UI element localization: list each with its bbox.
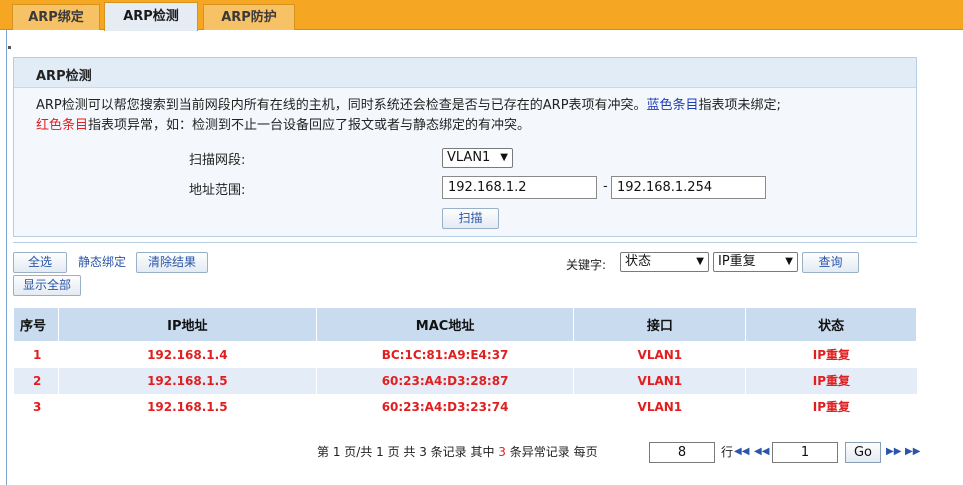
prev-page-icon[interactable]: ◀◀ — [754, 441, 769, 463]
cell-interface: VLAN1 — [573, 341, 746, 368]
cell-interface: VLAN1 — [573, 393, 746, 420]
scan-segment-value: VLAN1 — [447, 150, 491, 165]
static-bind-button[interactable]: 静态绑定 — [78, 253, 126, 272]
cell-seq: 3 — [13, 393, 59, 420]
first-page-icon[interactable]: ◀◀ — [734, 441, 749, 463]
table-row[interactable]: 1 192.168.1.4 BC:1C:81:A9:E4:37 VLAN1 IP… — [13, 341, 917, 368]
last-page-icon[interactable]: ▶▶ — [905, 441, 920, 463]
panel-title: ARP检测 — [36, 69, 92, 84]
page-number-input[interactable]: 1 — [772, 442, 838, 463]
header-ip: IP地址 — [57, 307, 317, 342]
next-page-icon[interactable]: ▶▶ — [886, 441, 901, 463]
desc-text-3: 指表项异常，如：检测到不止一台设备回应了报文或者与静态绑定的有冲突。 — [88, 118, 531, 133]
tab-bar: ARP绑定 ARP检测 ARP防护 — [0, 0, 963, 31]
cell-ip: 192.168.1.4 — [57, 341, 317, 368]
scan-segment-select[interactable]: VLAN1 ▼ — [442, 148, 513, 168]
go-button[interactable]: Go — [845, 442, 881, 463]
header-mac: MAC地址 — [315, 307, 575, 342]
cell-ip: 192.168.1.5 — [57, 393, 317, 420]
cell-mac: BC:1C:81:A9:E4:37 — [315, 341, 574, 368]
keyword-field-value: 状态 — [625, 254, 652, 269]
cell-status: IP重复 — [745, 393, 917, 420]
cell-seq: 1 — [13, 341, 59, 368]
range-end-input[interactable]: 192.168.1.254 — [611, 176, 766, 199]
arp-result-table: 序号 IP地址 MAC地址 接口 状态 1 192.168.1.4 BC:1C:… — [13, 307, 917, 420]
cell-mac: 60:23:A4:D3:23:74 — [315, 393, 574, 420]
header-interface: 接口 — [573, 307, 747, 342]
desc-blue-entry: 蓝色条目 — [646, 98, 699, 113]
tab-arp-binding[interactable]: ARP绑定 — [12, 4, 100, 30]
scan-button[interactable]: 扫描 — [442, 208, 499, 229]
header-seq: 序号 — [13, 307, 59, 342]
cell-status: IP重复 — [745, 341, 917, 368]
desc-red-entry: 红色条目 — [36, 118, 89, 133]
description: ARP检测可以帮您搜索到当前网段内所有在线的主机，同时系统还会检查是否与已存在的… — [36, 96, 916, 136]
pager-summary: 第 1 页/共 1 页 共 3 条记录 其中 3 条异常记录 每页 — [317, 441, 598, 463]
abnormal-count: 3 — [498, 445, 506, 459]
chevron-down-icon: ▼ — [696, 256, 704, 267]
scan-segment-label: 扫描网段: — [189, 153, 246, 168]
chevron-down-icon: ▼ — [500, 152, 508, 163]
cell-mac: 60:23:A4:D3:28:87 — [315, 367, 574, 394]
pager-summary-text: 第 1 页/共 1 页 共 3 条记录 其中 — [317, 445, 495, 459]
keyword-value-text: IP重复 — [718, 254, 756, 269]
frame-marker — [8, 46, 11, 49]
query-button[interactable]: 查询 — [802, 252, 859, 273]
arp-detection-panel: ARP检测 ARP检测可以帮您搜索到当前网段内所有在线的主机，同时系统还会检查是… — [13, 57, 917, 237]
rows-unit-label: 行 — [721, 445, 734, 459]
keyword-label: 关键字: — [566, 258, 607, 272]
pager-summary-text-2: 条异常记录 每页 — [509, 445, 598, 459]
range-start-input[interactable]: 192.168.1.2 — [442, 176, 597, 199]
tab-arp-detection[interactable]: ARP检测 — [104, 2, 198, 31]
table-row[interactable]: 3 192.168.1.5 60:23:A4:D3:23:74 VLAN1 IP… — [13, 393, 917, 420]
table-header-row: 序号 IP地址 MAC地址 接口 状态 — [13, 307, 917, 342]
address-range-label: 地址范围: — [189, 183, 246, 198]
divider — [13, 242, 917, 243]
show-all-button[interactable]: 显示全部 — [13, 275, 81, 296]
panel-header: ARP检测 — [14, 58, 916, 88]
left-border — [6, 30, 7, 485]
header-status: 状态 — [745, 307, 917, 342]
cell-ip: 192.168.1.5 — [57, 367, 317, 394]
table-row[interactable]: 2 192.168.1.5 60:23:A4:D3:28:87 VLAN1 IP… — [13, 367, 917, 394]
range-separator: - — [603, 179, 608, 194]
tab-arp-protection[interactable]: ARP防护 — [203, 4, 295, 30]
cell-status: IP重复 — [745, 367, 917, 394]
select-all-button[interactable]: 全选 — [13, 252, 67, 273]
cell-interface: VLAN1 — [573, 367, 746, 394]
cell-seq: 2 — [13, 367, 59, 394]
chevron-down-icon: ▼ — [785, 256, 793, 267]
keyword-value-select[interactable]: IP重复 ▼ — [713, 252, 798, 272]
keyword-field-select[interactable]: 状态 ▼ — [620, 252, 709, 272]
desc-text-2: 指表项未绑定; — [698, 98, 781, 113]
desc-text-1: ARP检测可以帮您搜索到当前网段内所有在线的主机，同时系统还会检查是否与已存在的… — [36, 98, 647, 113]
per-page-input[interactable]: 8 — [649, 442, 715, 463]
clear-results-button[interactable]: 清除结果 — [136, 252, 208, 273]
